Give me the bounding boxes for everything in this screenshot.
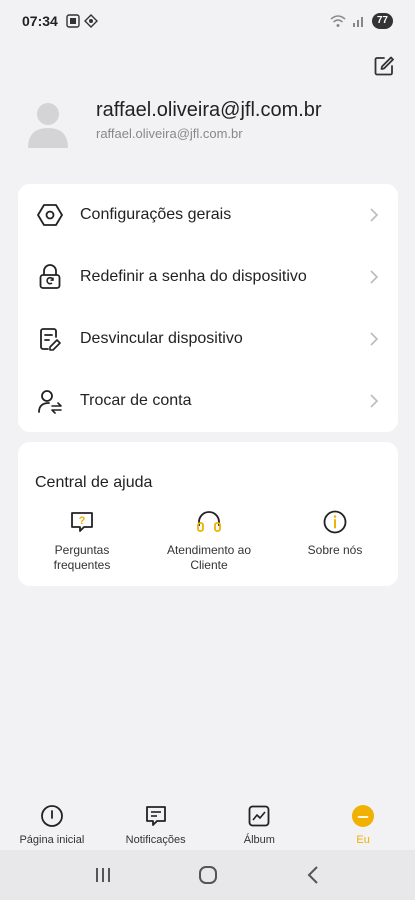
menu-item-label: Redefinir a senha do dispositivo bbox=[80, 268, 307, 285]
chevron-right-icon bbox=[370, 332, 379, 346]
status-notification-icons bbox=[66, 14, 98, 28]
help-item-customer-service[interactable]: Atendimento ao Cliente bbox=[146, 508, 272, 573]
chevron-right-icon bbox=[370, 270, 379, 284]
help-item-label: Perguntas frequentes bbox=[53, 543, 111, 572]
album-icon bbox=[247, 804, 271, 828]
menu-item-label: Trocar de conta bbox=[80, 392, 192, 409]
menu-item-unlink-device[interactable]: Desvincular dispositivo bbox=[18, 308, 398, 370]
hexagon-settings-icon bbox=[36, 201, 64, 229]
switch-account-icon bbox=[36, 387, 64, 415]
nav-item-album[interactable]: Álbum bbox=[208, 796, 312, 850]
status-bar: 07:34 77 bbox=[0, 0, 415, 42]
chevron-right-icon bbox=[370, 208, 379, 222]
edit-profile-button[interactable] bbox=[372, 54, 396, 78]
recent-apps-button[interactable] bbox=[83, 860, 123, 890]
chevron-right-icon bbox=[370, 394, 379, 408]
profile-text: raffael.oliveira@jfl.com.br raffael.oliv… bbox=[96, 96, 322, 141]
nav-label: Eu bbox=[356, 834, 370, 846]
home-icon bbox=[40, 804, 64, 828]
help-center-card: Central de ajuda ? Perguntas frequentes … bbox=[18, 442, 398, 586]
message-icon bbox=[144, 804, 168, 828]
menu-item-reset-password[interactable]: Redefinir a senha do dispositivo bbox=[18, 246, 398, 308]
settings-menu-card: Configurações gerais Redefinir a senha d… bbox=[18, 184, 398, 432]
back-icon bbox=[307, 866, 318, 884]
faq-icon: ? bbox=[68, 508, 96, 536]
help-center-title: Central de ajuda bbox=[35, 474, 153, 491]
nav-label: Notificações bbox=[125, 834, 186, 846]
help-items: ? Perguntas frequentes Atendimento ao Cl… bbox=[18, 508, 398, 573]
nav-item-home[interactable]: Página inicial bbox=[0, 796, 104, 850]
nav-label: Álbum bbox=[243, 834, 275, 846]
menu-item-label: Desvincular dispositivo bbox=[80, 330, 243, 347]
home-circle-icon bbox=[198, 866, 217, 884]
help-item-label: Atendimento ao Cliente bbox=[166, 543, 252, 572]
lock-reset-icon bbox=[36, 263, 64, 291]
menu-item-general-settings[interactable]: Configurações gerais bbox=[18, 184, 398, 246]
svg-text:?: ? bbox=[79, 515, 86, 527]
unlink-document-icon bbox=[36, 325, 64, 353]
home-button[interactable] bbox=[188, 860, 228, 890]
menu-item-label: Configurações gerais bbox=[80, 206, 232, 223]
profile-icon bbox=[351, 804, 375, 828]
avatar bbox=[28, 103, 68, 148]
help-item-label: Sobre nós bbox=[307, 543, 363, 557]
nav-label: Página inicial bbox=[19, 834, 85, 846]
profile-email: raffael.oliveira@jfl.com.br bbox=[96, 126, 243, 141]
status-time: 07:34 bbox=[22, 13, 58, 29]
edit-icon bbox=[374, 56, 394, 76]
signal-icon bbox=[352, 17, 363, 27]
screenshot-icon bbox=[66, 14, 80, 28]
help-item-faq[interactable]: ? Perguntas frequentes bbox=[18, 508, 146, 573]
profile-name: raffael.oliveira@jfl.com.br bbox=[96, 99, 322, 121]
system-navigation-bar bbox=[0, 850, 415, 900]
data-saver-icon bbox=[83, 14, 98, 28]
status-right-icons: 77 bbox=[330, 13, 393, 29]
headset-icon bbox=[195, 508, 223, 536]
nav-item-me[interactable]: Eu bbox=[311, 796, 415, 850]
bottom-navigation: Página inicial Notificações Álbum Eu bbox=[0, 796, 415, 850]
profile-header[interactable]: raffael.oliveira@jfl.com.br raffael.oliv… bbox=[26, 96, 396, 156]
menu-item-switch-account[interactable]: Trocar de conta bbox=[18, 370, 398, 432]
recent-apps-icon bbox=[95, 868, 110, 882]
nav-item-notifications[interactable]: Notificações bbox=[104, 796, 208, 850]
help-item-about[interactable]: Sobre nós bbox=[272, 508, 398, 573]
battery-indicator: 77 bbox=[371, 13, 393, 29]
info-icon bbox=[321, 508, 349, 536]
wifi-icon bbox=[330, 15, 346, 27]
back-button[interactable] bbox=[293, 860, 333, 890]
